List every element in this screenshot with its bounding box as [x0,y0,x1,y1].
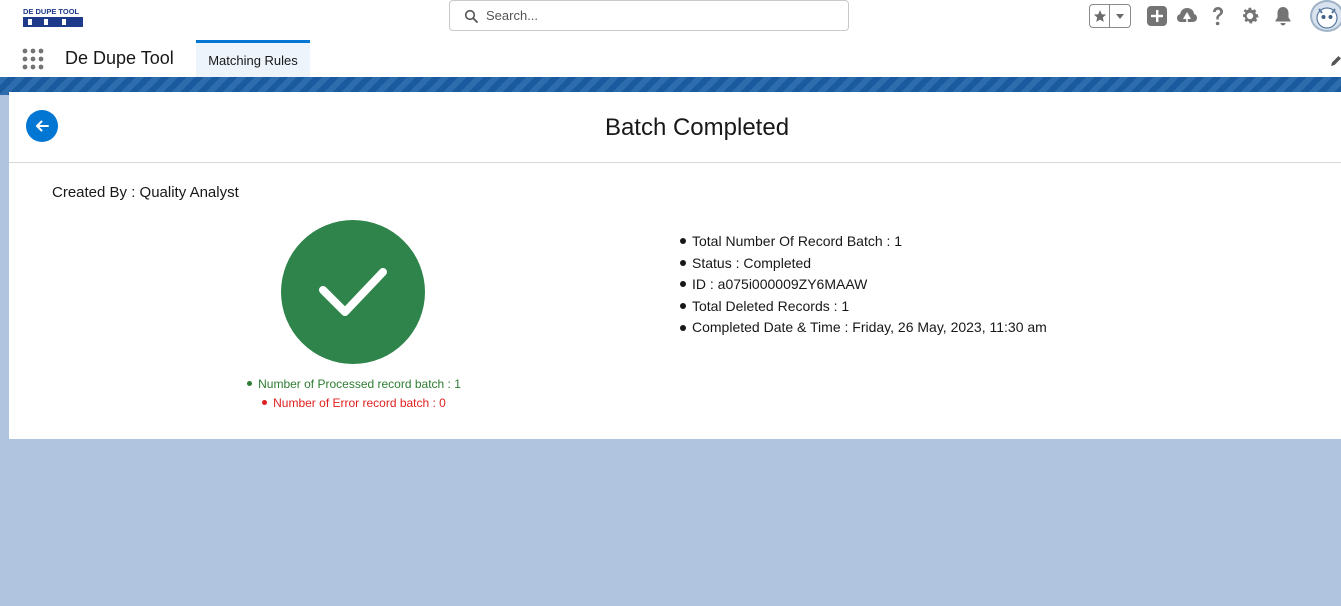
success-indicator [281,220,425,364]
processed-count: Number of Processed record batch : 1 [9,377,699,391]
detail-total-batches: Total Number Of Record Batch : 1 [680,231,1047,253]
edit-pencil-icon[interactable] [1330,54,1341,72]
error-count: Number of Error record batch : 0 [9,396,699,410]
card-header: Batch Completed [9,92,1341,163]
detail-status: Status : Completed [680,253,1047,275]
help-icon[interactable] [1206,4,1230,28]
back-button[interactable] [26,110,58,142]
favorites-dropdown-icon[interactable] [1110,5,1130,27]
detail-id: ID : a075i000009ZY6MAAW [680,274,1047,296]
search-icon [464,9,478,23]
search-input[interactable] [486,8,816,23]
processed-text: Number of Processed record batch : 1 [258,377,461,391]
batch-details-list: Total Number Of Record Batch : 1 Status … [680,231,1047,339]
setup-gear-icon[interactable] [1238,4,1262,28]
global-search[interactable] [449,0,849,31]
detail-completed-date: Completed Date & Time : Friday, 26 May, … [680,317,1047,339]
notification-bell-icon[interactable] [1271,4,1295,28]
error-text: Number of Error record batch : 0 [273,396,446,410]
batch-status-card: Batch Completed Created By : Quality Ana… [9,92,1341,439]
tab-matching-rules[interactable]: Matching Rules [196,40,310,77]
app-launcher-icon[interactable] [22,48,44,70]
back-arrow-icon [36,120,49,132]
app-name: De Dupe Tool [65,48,174,68]
error-bullet [262,400,268,406]
user-avatar[interactable] [1310,0,1341,32]
favorites-button-group [1089,4,1131,28]
created-by-label: Created By : Quality Analyst [52,184,239,201]
processed-bullet [247,381,253,387]
trailhead-icon[interactable] [1175,4,1199,28]
app-logo[interactable]: DE DUPE TOOL [22,6,84,28]
favorite-star-icon[interactable] [1090,5,1111,27]
add-icon[interactable] [1145,4,1169,28]
app-navigation: De Dupe Tool Matching Rules [0,40,1341,77]
detail-deleted-records: Total Deleted Records : 1 [680,296,1047,318]
global-header: DE DUPE TOOL [0,0,1341,40]
checkmark-icon [319,268,387,316]
page-title: Batch Completed [604,114,790,141]
logo-text: DE DUPE TOOL [23,7,80,16]
